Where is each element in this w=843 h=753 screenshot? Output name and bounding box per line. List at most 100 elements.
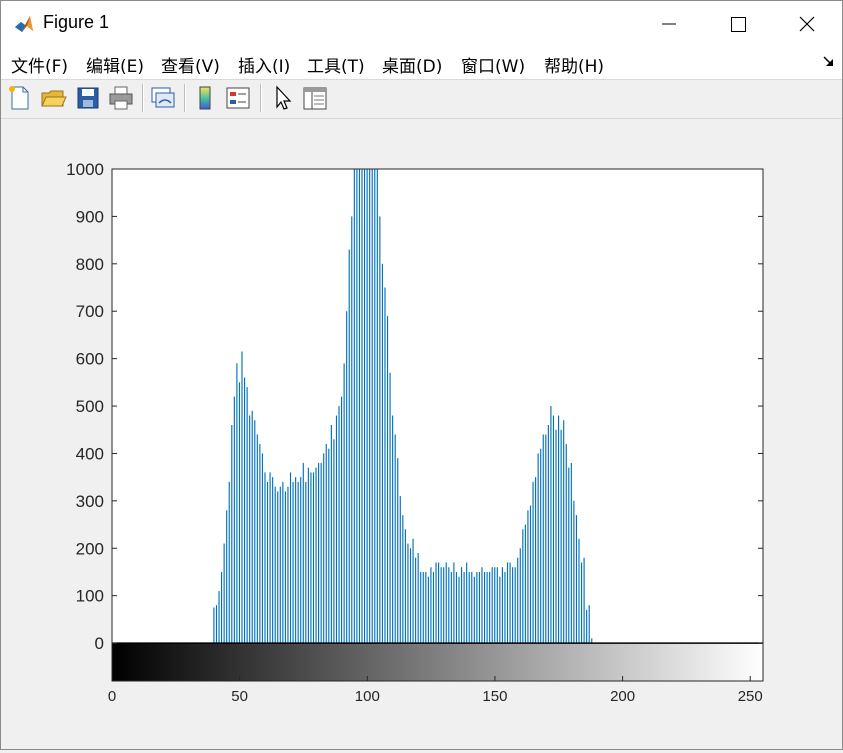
histogram-bar [583,557,585,644]
histogram-bar [310,472,312,644]
histogram-bar [509,562,511,644]
histogram-bar [300,477,302,644]
histogram-bar [438,562,440,644]
histogram-bar [371,169,373,644]
x-tick-label: 250 [738,688,763,705]
menu-edit[interactable]: 编辑(E) [86,52,144,77]
histogram-bar [481,567,483,644]
histogram-bar [279,486,281,644]
histogram-bar [320,462,322,644]
menu-help[interactable]: 帮助(H) [544,52,604,77]
save-icon[interactable] [74,84,102,112]
histogram-bar [404,529,406,644]
menu-view[interactable]: 查看(V) [161,52,220,77]
histogram-bar [476,571,478,644]
histogram-bar [412,538,414,644]
histogram-bar [468,571,470,644]
histogram-bar [458,576,460,644]
histogram-bar [425,571,427,644]
histogram-bar [346,311,348,644]
figure-window: Figure 1 文件(F) 编辑(E) 查看(V) 插入(I) 工具(T) 桌… [0,0,843,750]
histogram-bar [282,481,284,644]
property-inspector-icon[interactable] [301,84,329,112]
histogram-bar [330,425,332,644]
link-plot-icon[interactable] [149,84,177,112]
histogram-bar [443,567,445,644]
maximize-icon [730,16,746,32]
histogram-bar [537,453,539,644]
histogram-bar [471,571,473,644]
axes-background [112,169,763,681]
histogram-bar [535,477,537,644]
histogram-bar [277,491,279,644]
minimize-button[interactable] [634,1,704,47]
histogram-bar [361,169,363,644]
matlab-logo-icon [13,13,35,35]
title-bar[interactable]: Figure 1 [1,1,842,47]
histogram-bar [448,567,450,644]
histogram-bar [312,472,315,644]
close-button[interactable] [772,1,842,47]
maximize-button[interactable] [703,1,773,47]
histogram-bar [494,567,496,644]
histogram-bar [307,467,309,644]
histogram-bar [356,169,358,644]
histogram-bar [369,169,371,644]
histogram-bar [550,406,552,644]
histogram-bar [514,567,516,644]
insert-legend-icon[interactable] [224,84,252,112]
histogram-bar [499,576,501,644]
menu-desktop[interactable]: 桌面(D) [382,52,442,77]
open-file-icon[interactable] [39,84,67,112]
histogram-bar [215,605,218,644]
window-title: Figure 1 [43,12,110,32]
histogram-bar [545,434,547,644]
histogram-bar [392,415,394,644]
histogram-bar [522,529,524,644]
histogram-bar [473,576,475,644]
histogram-bar [478,571,481,644]
histogram-bar [323,453,325,644]
histogram-bar [241,351,243,644]
menu-tools[interactable]: 工具(T) [307,52,365,77]
histogram-bar [259,443,261,644]
histogram-bar [223,543,225,644]
histogram-bar [338,406,340,644]
histogram-bar [251,410,253,644]
histogram-bar [264,472,266,644]
menu-window[interactable]: 窗口(W) [461,52,525,77]
y-tick-label: 500 [76,397,104,416]
histogram-bar [218,590,220,644]
histogram-bar [374,169,376,644]
histogram-bar [496,567,498,644]
y-tick-label: 200 [76,539,104,558]
edit-plot-icon[interactable] [268,84,296,112]
histogram-bar [540,448,542,644]
histogram-bar [228,481,230,644]
histogram-bar [394,434,396,644]
histogram-bar [363,169,366,644]
histogram-bar [409,548,412,644]
menu-file[interactable]: 文件(F) [11,52,68,77]
histogram-bar [460,567,463,644]
histogram-bar [318,462,320,644]
y-tick-label: 800 [76,255,104,274]
menu-insert[interactable]: 插入(I) [238,52,290,77]
insert-colorbar-icon[interactable] [191,84,219,112]
histogram-bar [266,481,269,644]
gray-colorbar [112,643,763,681]
histogram-bar [586,609,588,644]
histogram-bar [440,567,442,644]
y-tick-label: 600 [76,350,104,369]
histogram-bar [243,377,246,644]
histogram-bar [532,481,534,644]
print-icon[interactable] [107,84,135,112]
toolbar-separator [184,84,186,112]
y-tick-label: 1000 [66,160,104,179]
dock-arrow-icon[interactable] [822,55,836,69]
new-figure-icon[interactable] [6,84,34,112]
histogram-bar [466,562,468,644]
histogram-bar [292,481,294,644]
histogram-bar [295,477,297,644]
histogram-plot[interactable]: 0 100 200 300 400 500 600 700 800 900 1000 0 50 100 1… [1,119,842,749]
